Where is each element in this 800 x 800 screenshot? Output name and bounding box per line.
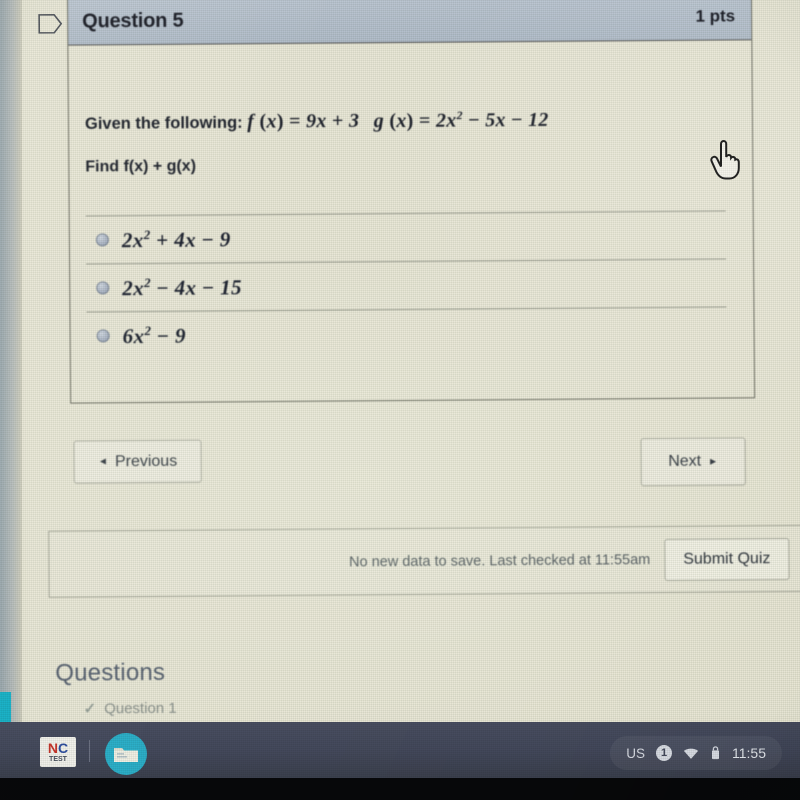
radio-button-b[interactable]: [96, 281, 110, 295]
question-header: Question 5 1 pts: [67, 0, 752, 46]
answer-option-c[interactable]: 6x2 − 9: [86, 306, 727, 360]
answer-option-b[interactable]: 2x2 − 4x − 15: [86, 258, 727, 312]
wifi-icon[interactable]: [683, 747, 699, 760]
question-instruction: Find f(x) + g(x): [85, 157, 197, 176]
check-icon: ✓: [83, 700, 97, 718]
quiz-save-bar: No new data to save. Last checked at 11:…: [48, 524, 800, 598]
next-question-button[interactable]: Next ►: [640, 437, 746, 487]
shelf-divider: [89, 740, 90, 762]
question-prompt: Given the following: f (x) = 9x + 3 g (x…: [85, 107, 549, 135]
answer-option-c-label: 6x2 − 9: [122, 322, 187, 348]
nc-icon-subtitle: TEST: [49, 756, 67, 763]
questions-panel-item-label: Question 1: [104, 699, 177, 717]
answer-option-a[interactable]: 2x2 + 4x − 9: [85, 210, 727, 264]
answer-option-a-label: 2x2 + 4x − 9: [121, 226, 231, 252]
submit-quiz-button[interactable]: Submit Quiz: [664, 537, 790, 581]
files-folder-app-icon[interactable]: [105, 733, 147, 775]
nc-icon-letter-c: C: [58, 740, 69, 756]
previous-button-label: Previous: [114, 452, 178, 470]
pointing-hand-cursor: [708, 139, 742, 180]
previous-question-button[interactable]: ◄ Previous: [73, 439, 202, 484]
questions-panel-heading: Questions: [55, 658, 166, 687]
battery-icon[interactable]: [710, 746, 721, 760]
shelf-status-tray[interactable]: US 1 11:55: [610, 736, 782, 770]
chromebook-screen-photo: Question 5 1 pts Given the following: f …: [0, 0, 800, 800]
screen-bezel-bottom: [0, 778, 800, 800]
quiz-page: Question 5 1 pts Given the following: f …: [22, 0, 800, 722]
keyboard-layout-indicator[interactable]: US: [626, 746, 645, 761]
flag-outline-icon[interactable]: [34, 10, 66, 38]
question-title: Question 5: [82, 9, 184, 33]
questions-panel-item-question-1[interactable]: ✓ Question 1: [83, 699, 177, 718]
next-button-label: Next: [668, 452, 702, 470]
nc-test-app-icon[interactable]: NC TEST: [40, 737, 76, 767]
chevron-left-icon: ◄: [98, 456, 109, 468]
radio-button-a[interactable]: [95, 233, 109, 247]
question-body: Given the following: f (x) = 9x + 3 g (x…: [68, 40, 754, 402]
save-status-text: No new data to save. Last checked at 11:…: [349, 551, 651, 570]
prompt-prefix-text: Given the following:: [84, 113, 243, 134]
nc-icon-letter-n: N: [47, 740, 58, 756]
notification-count-badge[interactable]: 1: [656, 745, 672, 761]
question-box: Question 5 1 pts Given the following: f …: [66, 0, 756, 404]
function-f-definition: f (x) = 9x + 3: [247, 109, 365, 133]
answer-option-b-label: 2x2 − 4x − 15: [122, 274, 243, 300]
browser-left-edge-strip: [0, 0, 22, 722]
function-g-definition: g (x) = 2x2 − 5x − 12: [373, 107, 549, 132]
radio-button-c[interactable]: [96, 329, 110, 343]
question-points: 1 pts: [695, 6, 736, 26]
answer-options-list: 2x2 + 4x − 9 2x2 − 4x − 15 6x2 − 9: [85, 210, 727, 360]
chevron-right-icon: ►: [708, 456, 719, 468]
shelf-clock[interactable]: 11:55: [732, 745, 766, 761]
